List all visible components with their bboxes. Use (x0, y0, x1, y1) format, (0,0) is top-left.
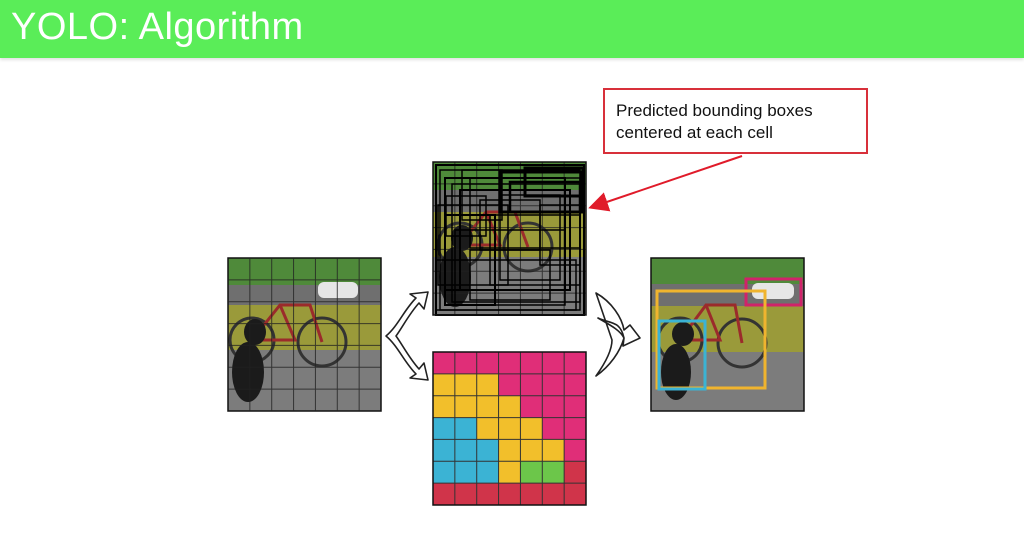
probability-cell-car (433, 352, 456, 375)
probability-cell-bicycle (433, 373, 456, 397)
probability-cell-background (564, 461, 587, 484)
probability-cell-dog (476, 439, 500, 462)
probability-cell-bicycle (520, 439, 543, 462)
probability-cell-bicycle (520, 417, 543, 440)
probability-cell-car (498, 373, 521, 397)
probability-cell-car (520, 395, 543, 419)
probability-cell-background (498, 483, 521, 506)
probability-cell-bicycle (476, 373, 500, 397)
probability-cell-bicycle (498, 461, 521, 484)
final-detections-panel (650, 257, 805, 412)
probability-cell-dog (433, 417, 456, 440)
probability-cell-dog (433, 439, 456, 462)
probability-cell-bicycle (454, 395, 478, 419)
probability-cell-car (454, 352, 478, 375)
probability-cell-background (520, 483, 543, 506)
car-shape (318, 282, 358, 298)
probability-cell-dog (454, 461, 478, 484)
probability-cell-bicycle (454, 373, 478, 397)
probability-cell-bicycle (476, 395, 500, 419)
probability-cell-background (433, 483, 456, 506)
probability-cell-car (520, 373, 543, 397)
probability-cell-bicycle (542, 439, 565, 462)
probability-cell-car (564, 352, 587, 375)
probability-cell-other (542, 461, 565, 484)
probability-cell-car (564, 373, 587, 397)
probability-cell-background (476, 483, 500, 506)
probability-cell-dog (433, 461, 456, 484)
probability-cell-car (498, 352, 521, 375)
callout-line-1: Predicted bounding boxes (616, 101, 813, 120)
bounding-boxes-panel (432, 161, 587, 316)
probability-cell-car (564, 395, 587, 419)
probability-cell-car (542, 373, 565, 397)
probability-cell-background (454, 483, 478, 506)
class-probability-map (432, 351, 587, 506)
probability-cell-car (542, 352, 565, 375)
probability-cell-background (542, 483, 565, 506)
probability-cell-dog (454, 417, 478, 440)
probability-cell-car (564, 417, 587, 440)
probability-cell-bicycle (498, 417, 521, 440)
callout-pointer-arrow (588, 155, 743, 212)
split-arrow-icon (385, 291, 429, 381)
probability-cell-car (542, 417, 565, 440)
probability-cell-bicycle (498, 395, 521, 419)
probability-cell-car (542, 395, 565, 419)
callout-box: Predicted bounding boxes centered at eac… (603, 88, 868, 154)
probability-cell-car (564, 439, 587, 462)
probability-cell-dog (476, 461, 500, 484)
probability-cell-car (476, 352, 500, 375)
merge-arrow-icon (595, 292, 641, 377)
probability-cell-background (564, 483, 587, 506)
probability-cell-bicycle (498, 439, 521, 462)
probability-cell-bicycle (433, 395, 456, 419)
probability-cell-car (520, 352, 543, 375)
probability-cell-other (520, 461, 543, 484)
input-image-panel (227, 257, 382, 412)
probability-cell-bicycle (476, 417, 500, 440)
yolo-diagram (227, 155, 805, 506)
callout-line-2: centered at each cell (616, 123, 773, 142)
probability-cell-dog (454, 439, 478, 462)
